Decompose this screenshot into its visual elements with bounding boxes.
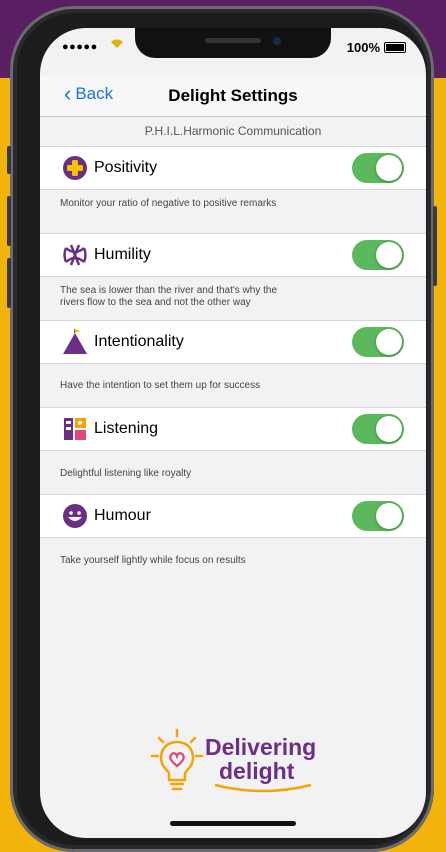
home-indicator[interactable] xyxy=(170,821,296,826)
setting-label-humour: Humour xyxy=(94,507,151,524)
battery-percentage: 100% xyxy=(346,40,380,55)
setting-row-listening: Listening xyxy=(40,407,426,451)
setting-label-intentionality: Intentionality xyxy=(94,333,184,350)
navigation-bar: ‹ Back Delight Settings xyxy=(40,76,426,117)
toggle-knob xyxy=(376,416,402,442)
section-header: P.H.I.L.Harmonic Communication xyxy=(144,124,322,138)
setting-label-positivity: Positivity xyxy=(94,159,158,176)
setting-description-humility: The sea is lower than the river and that… xyxy=(60,285,278,308)
setting-label-humility: Humility xyxy=(94,246,151,263)
logo-text-delivering: Delivering xyxy=(205,734,317,760)
volume-up-button xyxy=(7,196,11,246)
mute-switch xyxy=(7,146,11,174)
lightbulb-heart-icon xyxy=(149,728,205,803)
setting-row-positivity: Positivity xyxy=(40,146,426,190)
setting-row-intentionality: Intentionality xyxy=(40,320,426,364)
toggle-knob xyxy=(376,155,402,181)
power-button xyxy=(433,206,437,286)
notch xyxy=(135,28,331,58)
setting-description-positivity: Monitor your ratio of negative to positi… xyxy=(60,198,277,209)
page-title: Delight Settings xyxy=(168,86,298,105)
setting-row-humour: Humour xyxy=(40,494,426,538)
smile-icon xyxy=(62,503,88,529)
setting-row-humility: Humility xyxy=(40,233,426,277)
toggle-humility[interactable] xyxy=(352,240,404,270)
toggle-humour[interactable] xyxy=(352,501,404,531)
listen-character-icon xyxy=(62,416,88,442)
logo-swoosh xyxy=(213,782,313,800)
signal-icon: ●●●●● xyxy=(62,41,98,53)
setting-label-listening: Listening xyxy=(94,420,159,437)
logo-text-delight: delight xyxy=(219,758,295,784)
mountain-flag-icon xyxy=(62,329,88,355)
phone-screen: ●●●●● 100% ‹ Back Delight Settings P.H.I… xyxy=(40,28,426,838)
toggle-knob xyxy=(376,503,402,529)
battery-icon xyxy=(384,42,406,53)
knot-icon xyxy=(62,242,88,268)
wifi-icon xyxy=(110,38,124,52)
setting-description-intentionality: Have the intention to set them up for su… xyxy=(60,380,261,391)
speaker-grille xyxy=(205,38,261,43)
toggle-listening[interactable] xyxy=(352,414,404,444)
toggle-positivity[interactable] xyxy=(352,153,404,183)
delivering-delight-logo: Delivering delight xyxy=(145,728,335,798)
setting-description-humour: Take yourself lightly while focus on res… xyxy=(60,555,246,566)
toggle-intentionality[interactable] xyxy=(352,327,404,357)
toggle-knob xyxy=(376,242,402,268)
setting-description-listening: Delightful listening like royalty xyxy=(60,468,192,479)
phone-frame: ●●●●● 100% ‹ Back Delight Settings P.H.I… xyxy=(7,6,437,852)
volume-down-button xyxy=(7,258,11,308)
front-camera xyxy=(273,37,281,45)
toggle-knob xyxy=(376,329,402,355)
plus-circle-icon xyxy=(62,155,88,181)
